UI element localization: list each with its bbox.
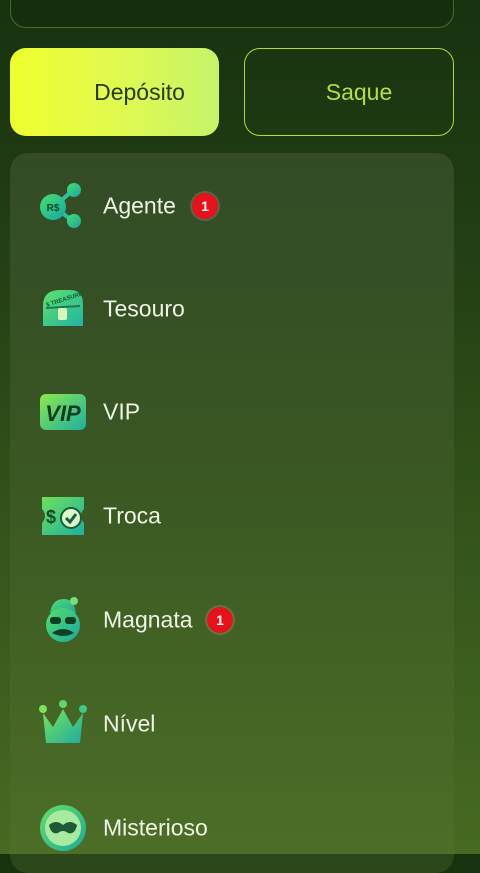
tycoon-face-icon	[38, 595, 88, 645]
withdraw-button-label: Saque	[325, 78, 393, 105]
menu-item-troca[interactable]: $ Troca	[10, 476, 454, 556]
notification-badge: 1	[207, 607, 233, 633]
menu-item-misterioso[interactable]: Misterioso	[10, 788, 454, 868]
menu-list: R$ Agente 1 $ TREASURE Tesouro VIP VIP $…	[10, 153, 454, 873]
menu-item-label: Magnata	[103, 606, 193, 633]
crown-icon	[38, 699, 88, 749]
menu-item-label: VIP	[103, 398, 141, 425]
notification-badge: 1	[192, 193, 218, 219]
svg-text:VIP: VIP	[45, 401, 81, 426]
withdraw-button[interactable]: Saque	[244, 48, 454, 136]
treasure-chest-icon: $ TREASURE	[38, 284, 88, 334]
menu-item-label: Nível	[103, 710, 156, 737]
balance-card	[10, 0, 454, 28]
mystery-mask-icon	[38, 803, 88, 853]
network-money-icon: R$	[38, 181, 88, 231]
menu-item-magnata[interactable]: Magnata 1	[10, 580, 454, 660]
deposit-button[interactable]: Depósito	[10, 48, 219, 136]
vip-icon: VIP	[38, 387, 88, 437]
menu-item-label: Misterioso	[103, 814, 208, 841]
menu-item-label: Tesouro	[103, 295, 185, 322]
menu-item-label: Troca	[103, 502, 161, 529]
svg-text:$: $	[46, 507, 56, 527]
menu-item-vip[interactable]: VIP VIP	[10, 372, 454, 452]
menu-item-label: Agente	[103, 192, 176, 219]
svg-text:R$: R$	[47, 203, 60, 214]
menu-item-tesouro[interactable]: $ TREASURE Tesouro	[10, 269, 454, 349]
menu-item-nivel[interactable]: Nível	[10, 684, 454, 764]
exchange-ticket-icon: $	[38, 491, 88, 541]
deposit-button-label: Depósito	[94, 78, 185, 105]
menu-item-agente[interactable]: R$ Agente 1	[10, 166, 454, 246]
